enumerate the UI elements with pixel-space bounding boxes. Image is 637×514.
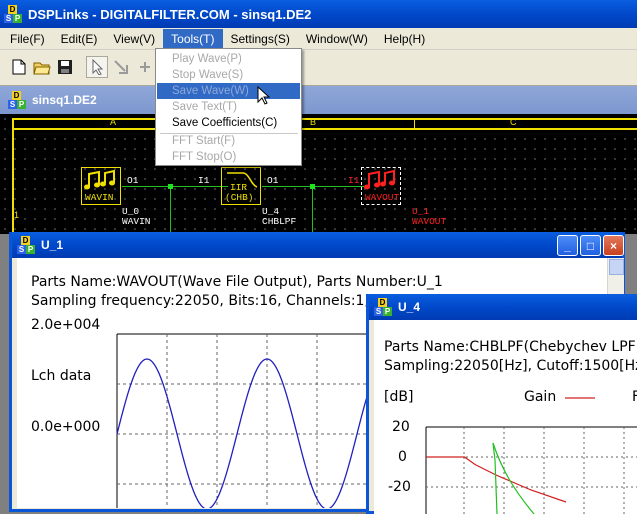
menu-tools[interactable]: Tools(T) [163,28,223,49]
music-notes-red-icon [364,169,395,190]
app-title-bar[interactable]: DSP DSPLinks - DIGITALFILTER.COM - sinsq… [0,0,637,28]
u4-phase-line [492,442,535,514]
window-u1-title: U_1 [41,238,64,252]
close-button[interactable]: × [603,235,624,256]
ruler-tick [414,118,415,129]
schematic-canvas[interactable]: A B C 1 WAVIN O1 U_0 WAVIN I1 IIR (CHB) … [0,114,637,238]
menu-item-fft-start[interactable]: FFT Start(F) [157,133,300,149]
frame-top-border [12,118,637,120]
maximize-button[interactable]: □ [580,235,601,256]
wire-branch-1[interactable] [170,186,171,234]
select-pointer-icon[interactable] [86,56,108,78]
menu-help[interactable]: Help(H) [376,29,433,49]
menu-item-save-wave[interactable]: Save Wave(W) [157,83,300,99]
part-wavin[interactable]: WAVIN [81,167,121,205]
wavin-part-name: WAVIN [122,216,151,227]
wire-wavin-iir[interactable] [122,186,228,187]
u4-plot-area[interactable]: Parts Name:CHBLPF(Chebychev LPF), Sampli… [374,320,637,514]
menu-file[interactable]: File(F) [2,29,53,49]
toolbar [0,50,637,86]
part-iir-chb[interactable]: IIR (CHB) [221,167,261,205]
menu-item-play-wave[interactable]: Play Wave(P) [157,51,300,67]
part-tool-icon[interactable] [134,56,156,78]
ruler-column-c: C [510,117,517,127]
frame-ruler-border [12,128,637,130]
menu-edit[interactable]: Edit(E) [53,29,106,49]
ruler-column-a: A [110,117,117,127]
window-u1-title-bar[interactable]: DSP U_1 _ □ × [12,232,624,258]
iir-port-i1: I1 [198,175,210,186]
tools-dropdown-menu: Play Wave(P) Stop Wave(S) Save Wave(W) S… [155,48,302,166]
document-title: sinsq1.DE2 [32,93,97,107]
ruler-column-b: B [310,117,317,127]
frame-left-border [12,118,14,238]
window-u4-logo-icon: DSP [374,298,392,316]
minimize-button[interactable]: _ [557,235,578,256]
window-u4-title: U_4 [398,300,421,314]
open-folder-icon[interactable] [31,56,53,78]
menu-item-fft-stop[interactable]: FFT Stop(O) [157,149,300,165]
menu-item-stop-wave[interactable]: Stop Wave(S) [157,67,300,83]
iir-part-name: CHBLPF [262,216,297,227]
wire-junction [310,184,315,189]
window-u4-title-bar[interactable]: DSP U_4 [369,294,637,320]
ruler-row-1: 1 [14,210,20,220]
wire-tool-icon[interactable] [110,56,132,78]
document-title-bar[interactable]: DSP sinsq1.DE2 [0,86,637,114]
wire-branch-2[interactable] [312,186,313,234]
document-logo-icon: DSP [8,91,26,109]
menu-view[interactable]: View(V) [105,29,163,49]
menu-item-save-coefficients[interactable]: Save Coefficients(C) [157,115,300,131]
wavin-port-o1: O1 [127,175,139,186]
mouse-cursor-icon [257,86,271,105]
menu-window[interactable]: Window(W) [298,29,376,49]
save-disk-icon[interactable] [54,56,76,78]
wavout-part-name: WAVOUT [412,216,447,227]
dsplinks-logo-icon: DSP [4,5,22,23]
part-wavin-label: WAVIN [85,192,114,203]
new-file-icon[interactable] [8,56,30,78]
wire-junction [168,184,173,189]
window-u1-logo-icon: DSP [17,236,35,254]
menu-item-save-text[interactable]: Save Text(T) [157,99,300,115]
menu-settings[interactable]: Settings(S) [223,29,298,49]
iir-port-o1: O1 [267,175,279,186]
window-u4: DSP U_4 Parts Name:CHBLPF(Chebychev LPF)… [366,294,637,514]
u4-response-chart [425,397,637,514]
wavout-port-i1: I1 [348,175,360,186]
menu-bar: File(F) Edit(E) View(V) Tools(T) Setting… [0,28,637,50]
app-title: DSPLinks - DIGITALFILTER.COM - sinsq1.DE… [28,6,312,22]
music-notes-icon [84,169,115,190]
part-wavout[interactable]: WAVOUT [361,167,401,205]
scroll-up-arrow-icon[interactable] [609,259,624,275]
part-wavout-label: WAVOUT [365,192,400,203]
part-iir-sub-label: (CHB) [225,192,254,203]
